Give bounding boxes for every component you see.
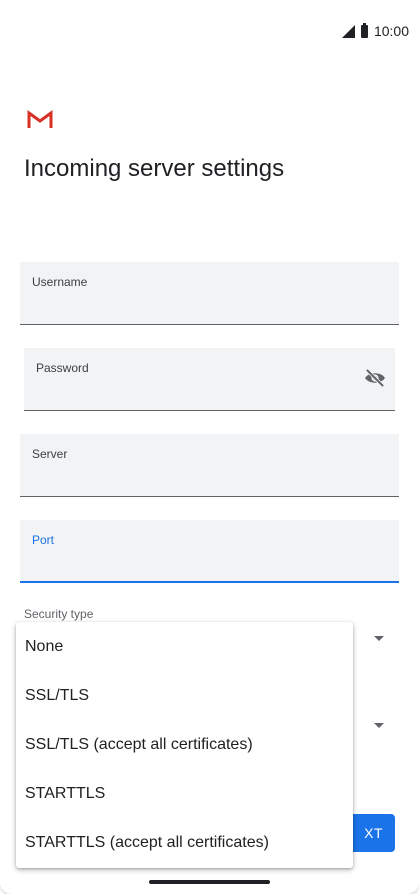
- clock: 10:00: [373, 23, 409, 39]
- battery-icon: [360, 22, 368, 38]
- username-label: Username: [32, 275, 88, 289]
- arrow-drop-down-icon[interactable]: [374, 636, 384, 641]
- status-icons: 10:00: [341, 22, 409, 39]
- password-label: Password: [36, 361, 89, 375]
- port-field[interactable]: Port: [20, 520, 399, 583]
- visibility-off-icon[interactable]: [364, 369, 386, 387]
- dropdown-option-ssl-tls[interactable]: SSL/TLS: [16, 671, 353, 720]
- password-field[interactable]: Password: [24, 348, 395, 411]
- port-label: Port: [32, 533, 55, 547]
- gmail-logo-icon: [27, 110, 53, 128]
- dropdown-option-starttls[interactable]: STARTTLS: [16, 769, 353, 818]
- username-field[interactable]: Username: [20, 262, 399, 325]
- security-type-dropdown: None SSL/TLS SSL/TLS (accept all certifi…: [16, 622, 353, 868]
- security-type-label: Security type: [24, 607, 94, 621]
- server-label: Server: [32, 447, 68, 461]
- dropdown-option-starttls-accept-all[interactable]: STARTTLS (accept all certificates): [16, 818, 353, 867]
- server-field[interactable]: Server: [20, 434, 399, 497]
- dropdown-option-ssl-tls-accept-all[interactable]: SSL/TLS (accept all certificates): [16, 720, 353, 769]
- signal-icon: [341, 24, 355, 38]
- dropdown-option-none[interactable]: None: [16, 622, 353, 671]
- home-indicator[interactable]: [149, 880, 270, 884]
- arrow-drop-down-icon[interactable]: [374, 723, 384, 728]
- status-bar: 10:00: [0, 0, 419, 62]
- page-title: Incoming server settings: [24, 155, 285, 182]
